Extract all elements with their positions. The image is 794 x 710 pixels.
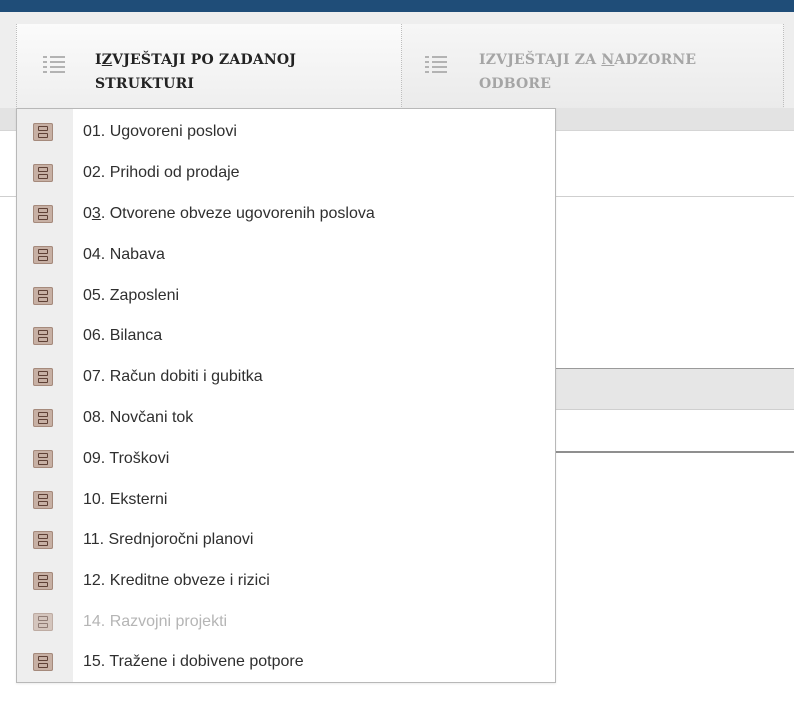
menu-item-label: 08. Novčani tok: [83, 409, 194, 426]
menu-item[interactable]: 02. Prihodi od prodaje: [17, 153, 555, 193]
list-icon: [43, 55, 65, 73]
menu-item-label: 10. Eksterni: [83, 491, 168, 508]
report-icon: [33, 205, 53, 223]
report-icon: [33, 287, 53, 305]
menu-item[interactable]: 09. Troškovi: [17, 439, 555, 479]
menu-item[interactable]: 12. Kreditne obveze i rizici: [17, 561, 555, 601]
report-icon: [33, 409, 53, 427]
report-icon: [33, 491, 53, 509]
menu-item[interactable]: 15. Tražene i dobivene potpore: [17, 642, 555, 682]
report-icon: [33, 246, 53, 264]
menu-item-label: 05. Zaposleni: [83, 287, 180, 304]
tab-reports-by-structure[interactable]: IZVJEŠTAJI PO ZADANOJ STRUKTURI: [16, 24, 402, 119]
reports-dropdown-menu: 01. Ugovoreni poslovi 02. Prihodi od prod…: [16, 108, 556, 683]
report-icon: [33, 613, 53, 631]
tab-label: IZVJEŠTAJI PO ZADANOJ STRUKTURI: [95, 52, 297, 92]
menu-item[interactable]: 05. Zaposleni: [17, 276, 555, 316]
menu-item[interactable]: 08. Novčani tok: [17, 398, 555, 438]
menu-item[interactable]: 01. Ugovoreni poslovi: [17, 112, 555, 152]
menu-item-label: 02. Prihodi od prodaje: [83, 164, 240, 181]
menu-item[interactable]: 04. Nabava: [17, 235, 555, 275]
tab-supervisory-board-reports[interactable]: IZVJEŠTAJI ZA NADZORNE ODBORE: [402, 24, 784, 119]
menu-item-label: 01. Ugovoreni poslovi: [83, 123, 237, 140]
menu-item-label: 15. Tražene i dobivene potpore: [83, 653, 304, 670]
menu-item-label: 09. Troškovi: [83, 450, 170, 467]
menu-item-label: 12. Kreditne obveze i rizici: [83, 572, 270, 589]
report-icon: [33, 368, 53, 386]
menu-item-label: 04. Nabava: [83, 246, 165, 263]
report-icon: [33, 327, 53, 345]
report-icon: [33, 572, 53, 590]
menu-item-label: 14. Razvojni projekti: [83, 613, 228, 630]
menu-item[interactable]: 06. Bilanca: [17, 316, 555, 356]
top-accent-bar: [0, 0, 794, 12]
menu-item-label: 07. Račun dobiti i gubitka: [83, 368, 263, 385]
report-icon: [33, 531, 53, 549]
menu-item: 14. Razvojni projekti: [17, 602, 555, 642]
menu-item[interactable]: 11. Srednjoročni planovi: [17, 520, 555, 560]
list-icon: [425, 55, 447, 73]
menu-item[interactable]: 10. Eksterni: [17, 480, 555, 520]
report-icon: [33, 164, 53, 182]
background-section-bar: [555, 368, 794, 410]
report-icon: [33, 123, 53, 141]
report-tabs: IZVJEŠTAJI PO ZADANOJ STRUKTURI IZVJEŠTA…: [0, 12, 794, 119]
tab-label: IZVJEŠTAJI ZA NADZORNE ODBORE: [479, 52, 697, 92]
report-icon: [33, 653, 53, 671]
menu-item-label: 11. Srednjoročni planovi: [83, 531, 254, 548]
report-icon: [33, 450, 53, 468]
menu-item[interactable]: 03. Otvorene obveze ugovorenih poslova: [17, 194, 555, 234]
menu-item-label: 06. Bilanca: [83, 327, 163, 344]
menu-item-label: 03. Otvorene obveze ugovorenih poslova: [83, 205, 375, 222]
background-divider: [555, 451, 794, 453]
menu-item[interactable]: 07. Račun dobiti i gubitka: [17, 357, 555, 397]
